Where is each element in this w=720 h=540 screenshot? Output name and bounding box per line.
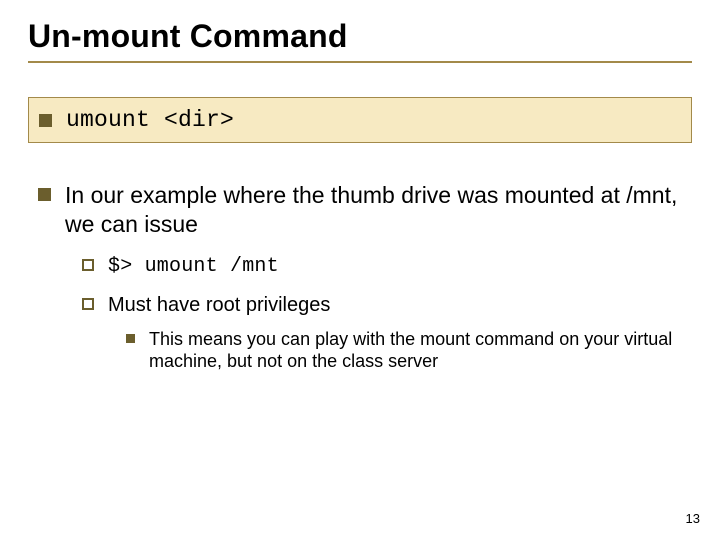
- privileges-text: Must have root privileges: [108, 293, 330, 318]
- umount-syntax: umount <dir>: [66, 107, 234, 133]
- hollow-square-icon: [82, 259, 94, 271]
- example-command: $> umount /mnt: [108, 254, 279, 279]
- page-number: 13: [686, 511, 700, 526]
- slide-title: Un-mount Command: [28, 18, 692, 63]
- hollow-square-icon: [82, 298, 94, 310]
- main-bullet: In our example where the thumb drive was…: [38, 181, 692, 240]
- intro-text: In our example where the thumb drive was…: [65, 181, 692, 240]
- command-callout: umount <dir>: [28, 97, 692, 143]
- square-bullet-icon: [38, 188, 51, 201]
- sub-sub-bullet-note: This means you can play with the mount c…: [126, 328, 692, 373]
- sub-bullet-priv: Must have root privileges: [82, 293, 692, 318]
- note-text: This means you can play with the mount c…: [149, 328, 692, 373]
- square-bullet-icon: [39, 114, 52, 127]
- square-bullet-icon: [126, 334, 135, 343]
- sub-bullet-cmd: $> umount /mnt: [82, 254, 692, 279]
